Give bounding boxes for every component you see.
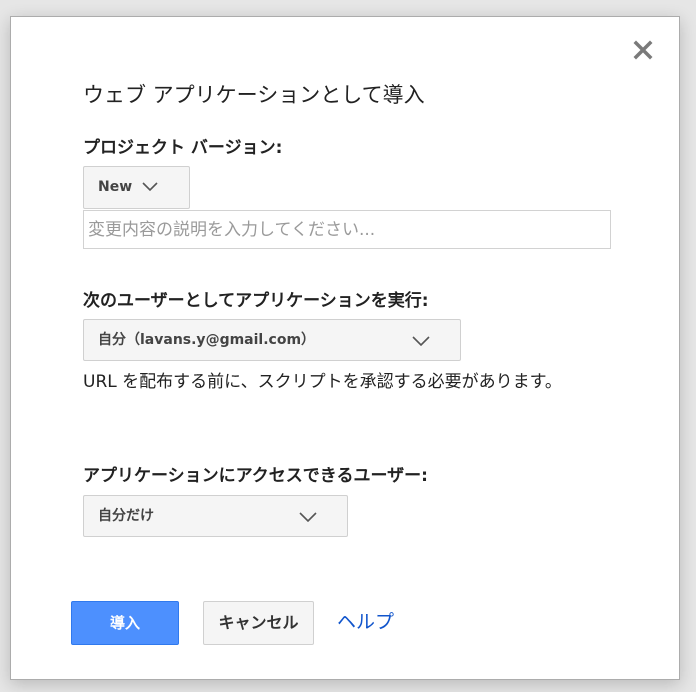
project-version-label: プロジェクト バージョン:	[83, 138, 283, 158]
version-select-value: New	[98, 179, 133, 195]
authorization-note: URL を配布する前に、スクリプトを承認する必要があります。	[83, 372, 562, 392]
access-select[interactable]: 自分だけ	[83, 495, 348, 537]
help-link[interactable]: ヘルプ	[337, 607, 394, 634]
version-select[interactable]: New	[83, 166, 190, 209]
dialog-title: ウェブ アプリケーションとして導入	[83, 83, 425, 107]
version-description-input[interactable]	[83, 210, 611, 249]
chevron-down-icon	[412, 336, 430, 346]
execute-as-select-value: 自分（lavans.y@gmail.com）	[98, 332, 316, 348]
access-label: アプリケーションにアクセスできるユーザー:	[83, 466, 428, 486]
close-icon	[633, 40, 653, 60]
deploy-button[interactable]: 導入	[71, 601, 179, 645]
deploy-web-app-dialog: ウェブ アプリケーションとして導入 プロジェクト バージョン: New 次のユー…	[10, 16, 680, 680]
execute-as-select[interactable]: 自分（lavans.y@gmail.com）	[83, 319, 461, 361]
chevron-down-icon	[299, 512, 317, 522]
cancel-button[interactable]: キャンセル	[203, 601, 314, 645]
chevron-down-icon	[142, 182, 158, 192]
execute-as-label: 次のユーザーとしてアプリケーションを実行:	[83, 291, 429, 311]
access-select-value: 自分だけ	[98, 508, 154, 524]
close-button[interactable]	[632, 39, 654, 61]
